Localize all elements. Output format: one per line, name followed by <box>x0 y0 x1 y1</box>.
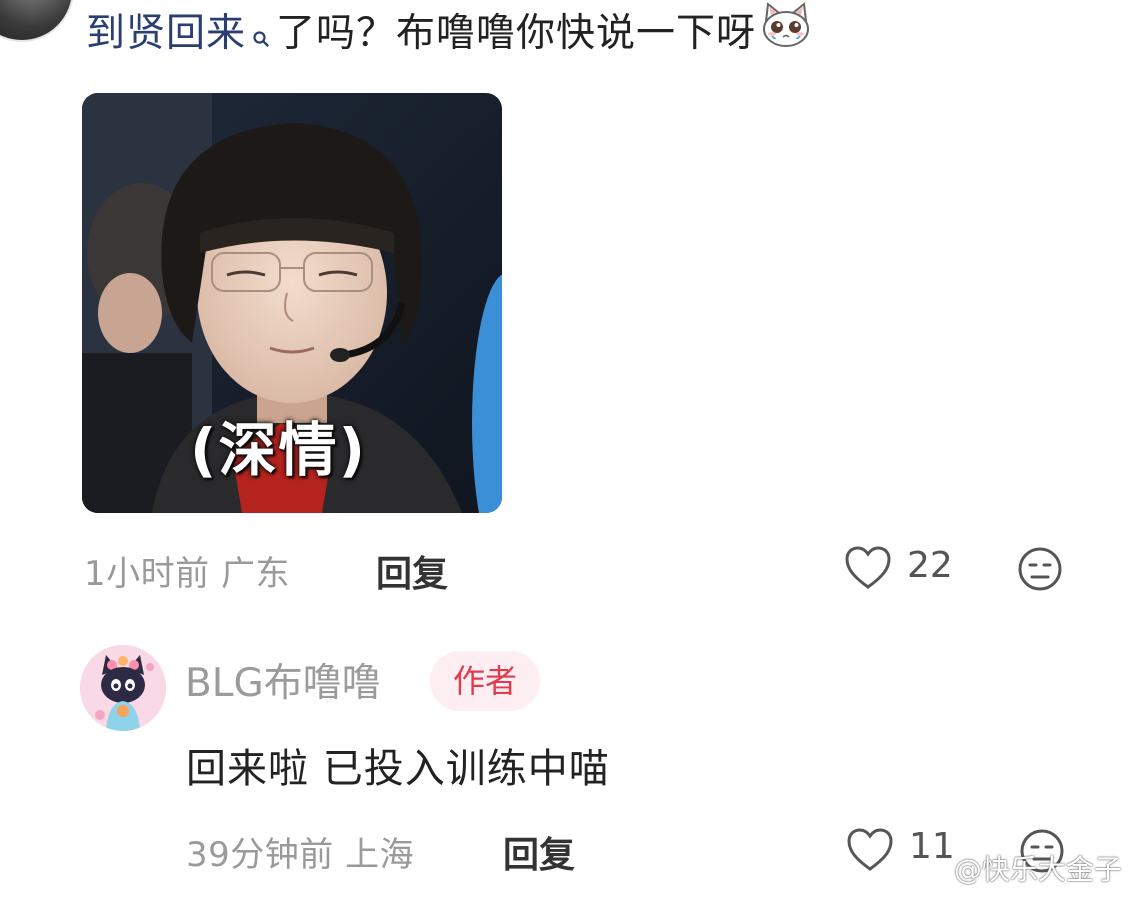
avatar[interactable] <box>80 645 166 731</box>
weibo-logo-icon <box>905 853 954 886</box>
comment-location: 广东 <box>220 554 290 594</box>
reply-username[interactable]: BLG布噜噜 <box>185 652 381 708</box>
crying-cat-emoji-icon <box>760 1 812 65</box>
weibo-watermark: @快乐大金子 <box>905 848 1122 888</box>
comment-text: 到贤回来 了吗？布噜噜你快说一下呀 <box>86 1 812 64</box>
author-badge: 作者 <box>430 651 540 711</box>
search-link[interactable]: 到贤回来 <box>86 11 246 56</box>
reply-time: 39分钟前 <box>186 835 334 875</box>
watermark-text: @快乐大金子 <box>953 853 1122 886</box>
dislike-face-icon[interactable] <box>1016 545 1064 597</box>
reply-reply-button[interactable]: 回复 <box>503 826 575 878</box>
reply-like-icon[interactable] <box>846 827 894 877</box>
commenter-avatar[interactable] <box>0 0 74 42</box>
reply-location: 上海 <box>345 835 415 875</box>
reply-time-location: 39分钟前 上海 <box>186 827 414 876</box>
like-count: 22 <box>907 545 953 586</box>
comment-time-location: 1小时前 广东 <box>84 546 290 595</box>
search-icon[interactable] <box>252 8 270 64</box>
like-icon[interactable] <box>844 545 892 595</box>
meme-caption: (深情) <box>190 416 368 484</box>
author-avatar-image <box>80 645 166 731</box>
reply-text: 回来啦 已投入训练中喵 <box>186 746 610 792</box>
comment-time: 1小时前 <box>84 554 210 594</box>
reply-button[interactable]: 回复 <box>376 545 448 597</box>
comment-body: 了吗？布噜噜你快说一下呀 <box>276 11 757 56</box>
meme-image[interactable]: (深情) <box>82 93 502 513</box>
